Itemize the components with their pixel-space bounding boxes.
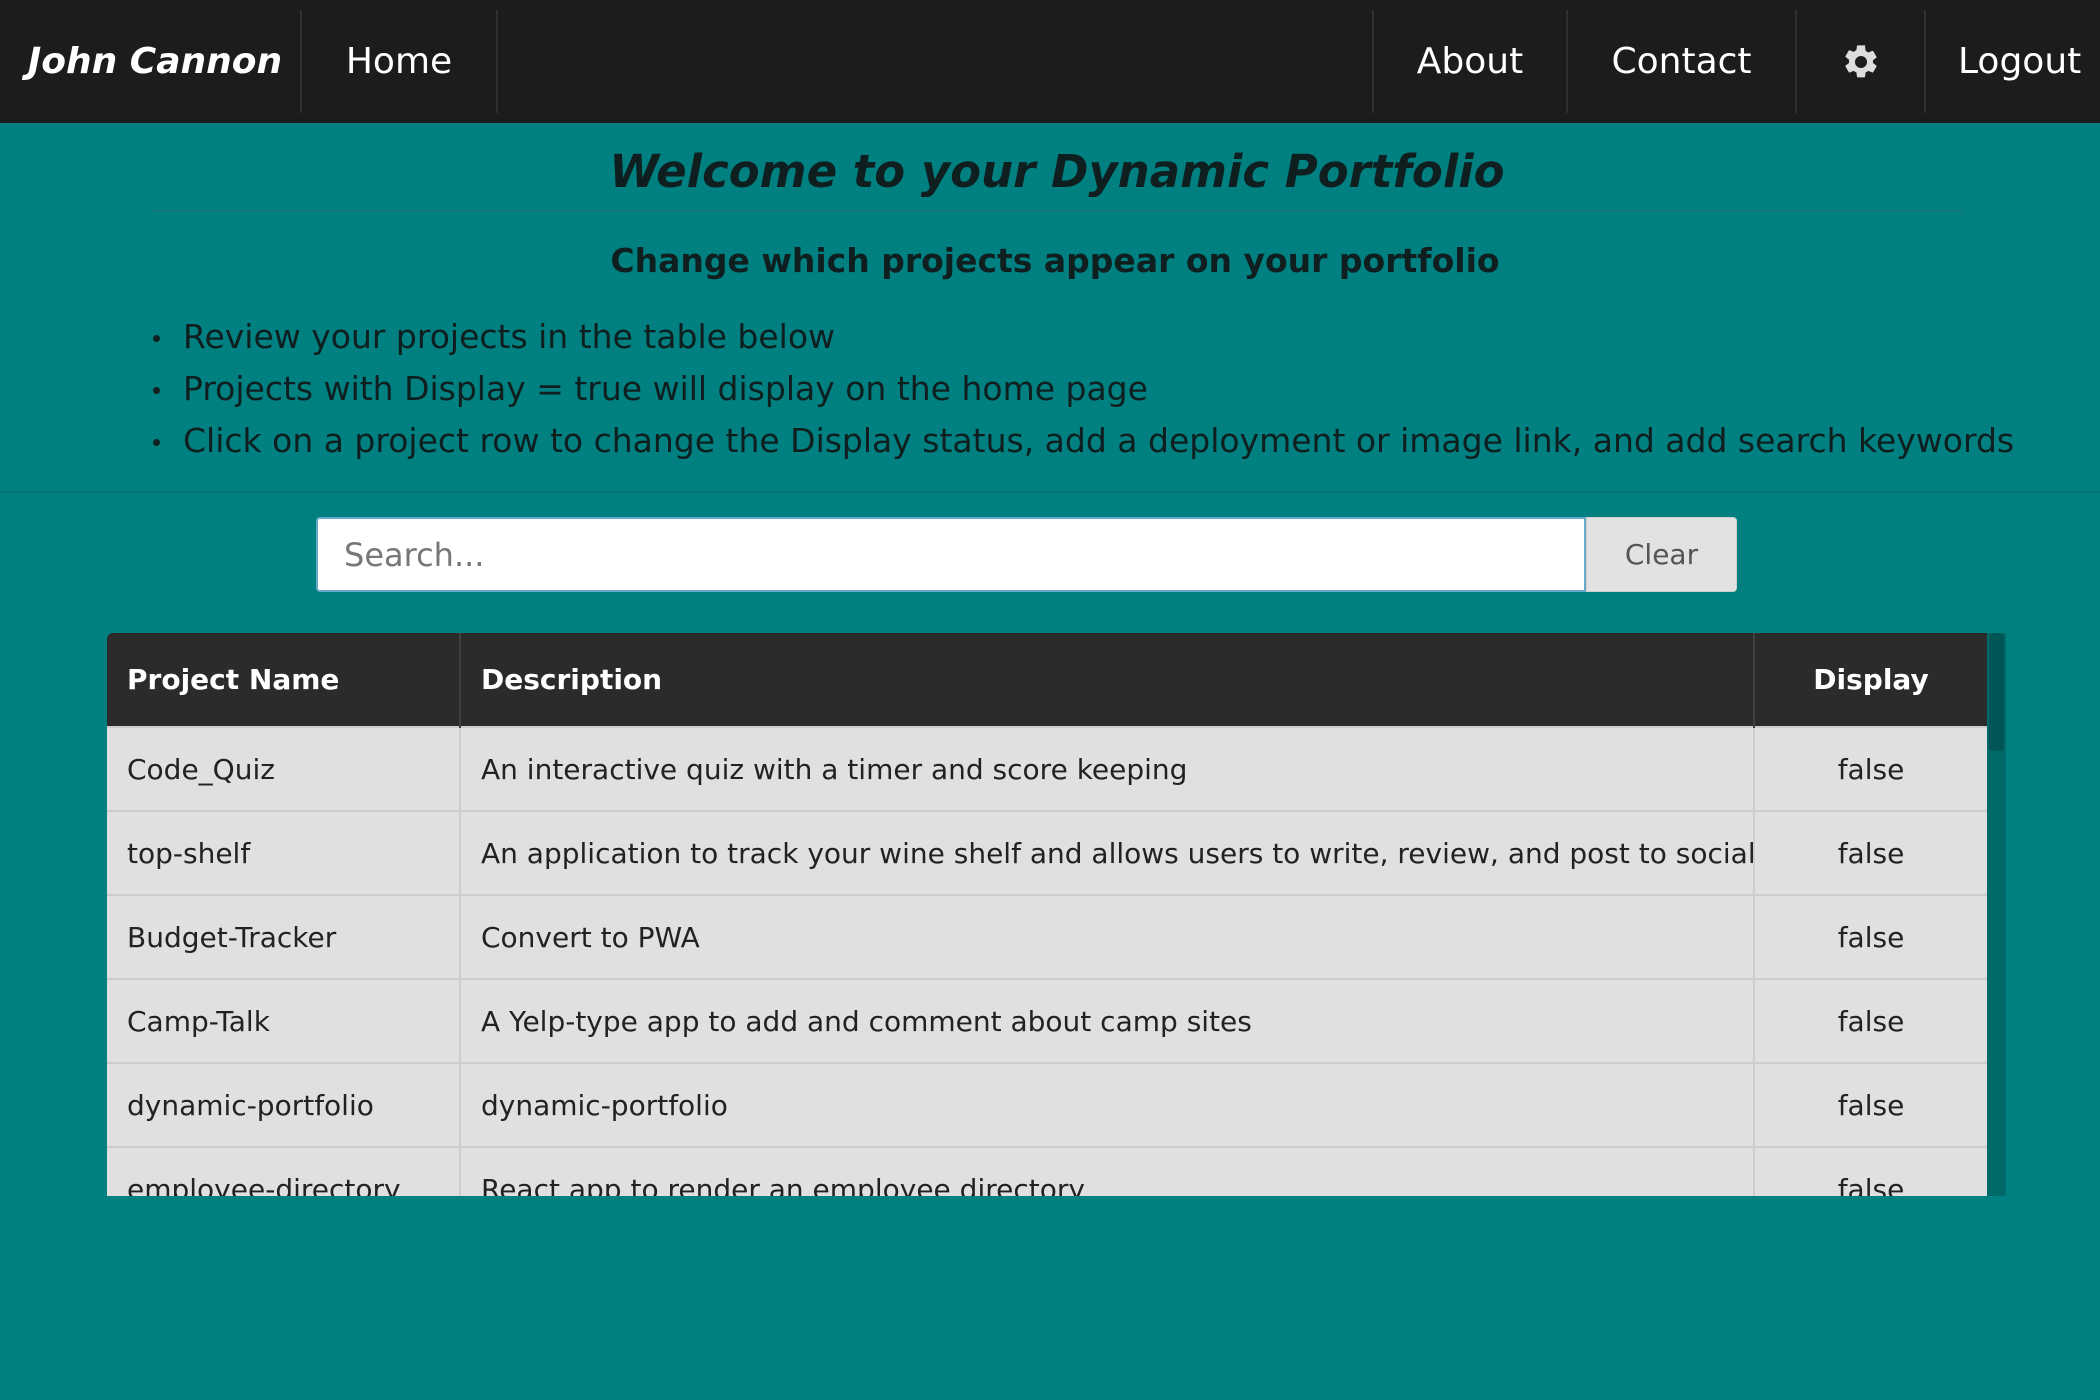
projects-table: Project Name Description Display Code_Qu…	[107, 633, 1987, 1196]
column-header-description[interactable]: Description	[460, 633, 1755, 727]
nav-about-label: About	[1416, 41, 1524, 82]
cell-description: An application to track your wine shelf …	[460, 810, 1755, 895]
page-title: Welcome to your Dynamic Portfolio	[150, 145, 1964, 212]
clear-button[interactable]: Clear	[1586, 517, 1737, 592]
intro-section: Welcome to your Dynamic Portfolio Change…	[0, 123, 2100, 493]
column-header-display[interactable]: Display	[1754, 633, 1987, 727]
nav-contact-label: Contact	[1611, 41, 1752, 82]
table-row[interactable]: top-shelf An application to track your w…	[107, 810, 1987, 895]
cell-display: false	[1754, 978, 1987, 1063]
cell-display: false	[1754, 810, 1987, 895]
cell-description: React app to render an employee director…	[460, 1146, 1755, 1196]
cell-project-name: employee-directory	[107, 1146, 461, 1196]
nav-logout-link[interactable]: Logout	[1926, 10, 2100, 113]
table-row[interactable]: Budget-Tracker Convert to PWA false	[107, 894, 1987, 979]
nav-logout-label: Logout	[1958, 41, 2082, 82]
nav-home-link[interactable]: Home	[302, 10, 498, 113]
table-row[interactable]: employee-directory React app to render a…	[107, 1146, 1987, 1196]
cell-display: false	[1754, 1146, 1987, 1196]
table-row[interactable]: Code_Quiz An interactive quiz with a tim…	[107, 726, 1987, 811]
navbar: John Cannon Home About Contact Logout	[0, 0, 2100, 123]
table-row[interactable]: dynamic-portfolio dynamic-portfolio fals…	[107, 1062, 1987, 1147]
nav-home-label: Home	[345, 41, 453, 82]
brand-link[interactable]: John Cannon	[0, 10, 302, 113]
cell-project-name: Camp-Talk	[107, 978, 461, 1063]
instruction-item: Click on a project row to change the Dis…	[150, 415, 2014, 467]
page-subtitle: Change which projects appear on your por…	[610, 241, 1500, 280]
instruction-item: Projects with Display = true will displa…	[150, 363, 2014, 415]
cell-display: false	[1754, 1062, 1987, 1147]
cell-project-name: Budget-Tracker	[107, 894, 461, 979]
search-input[interactable]	[316, 517, 1586, 592]
instruction-item: Review your projects in the table below	[150, 311, 2014, 363]
cell-description: dynamic-portfolio	[460, 1062, 1755, 1147]
table-scrollbar-thumb[interactable]	[1989, 633, 2004, 751]
settings-button[interactable]	[1797, 10, 1926, 113]
nav-contact-link[interactable]: Contact	[1568, 10, 1797, 113]
cell-project-name: top-shelf	[107, 810, 461, 895]
gear-icon	[1844, 44, 1877, 77]
cell-project-name: dynamic-portfolio	[107, 1062, 461, 1147]
projects-table-container: Project Name Description Display Code_Qu…	[107, 633, 2006, 1196]
cell-description: Convert to PWA	[460, 894, 1755, 979]
instruction-list: Review your projects in the table below …	[150, 311, 2014, 467]
nav-about-link[interactable]: About	[1372, 10, 1568, 113]
cell-display: false	[1754, 894, 1987, 979]
cell-project-name: Code_Quiz	[107, 726, 461, 811]
cell-display: false	[1754, 726, 1987, 811]
brand-label: John Cannon	[27, 41, 283, 82]
table-row[interactable]: Camp-Talk A Yelp-type app to add and com…	[107, 978, 1987, 1063]
column-header-project-name[interactable]: Project Name	[107, 633, 461, 727]
cell-description: A Yelp-type app to add and comment about…	[460, 978, 1755, 1063]
cell-description: An interactive quiz with a timer and sco…	[460, 726, 1755, 811]
table-header-row: Project Name Description Display	[107, 633, 1987, 727]
